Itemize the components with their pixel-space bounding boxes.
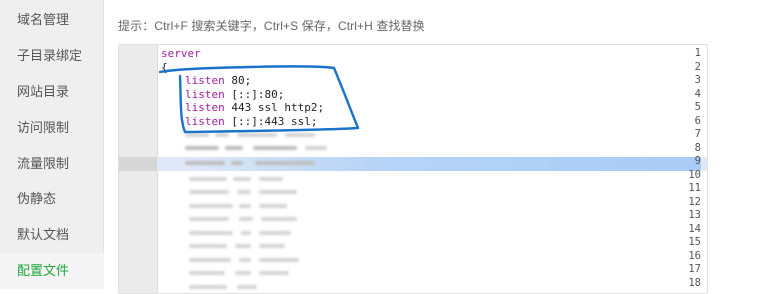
- line-number: 8: [694, 141, 701, 154]
- code-editor[interactable]: 1 2 3 4 5 6 7 8 9 10 11 12 13 14 15 16 1…: [118, 44, 708, 294]
- sidebar-item-access-limit[interactable]: 访问限制: [0, 110, 104, 146]
- line-number: 9: [694, 155, 701, 167]
- sidebar-item-traffic-limit[interactable]: 流量限制: [0, 146, 104, 182]
- active-line-gutter: [119, 157, 157, 171]
- code-line: server: [161, 47, 201, 61]
- sidebar-item-subdir[interactable]: 子目录绑定: [0, 38, 104, 74]
- sidebar-item-domain[interactable]: 域名管理: [0, 2, 104, 38]
- sidebar-item-site-dir[interactable]: 网站目录: [0, 74, 104, 110]
- line-number: 17: [688, 263, 701, 275]
- sidebar: 域名管理 子目录绑定 网站目录 访问限制 流量限制 伪静态 默认文档 配置文件: [0, 0, 104, 289]
- line-number: 11: [688, 182, 701, 194]
- code-line: listen [::]:80;: [185, 88, 284, 102]
- line-number: 3: [694, 74, 701, 86]
- line-number: 2: [694, 60, 701, 73]
- line-number: 12: [688, 195, 701, 208]
- line-number: 13: [688, 209, 701, 221]
- code-line: {: [161, 61, 168, 75]
- line-number: 16: [688, 249, 701, 262]
- shortcut-hint: 提示：Ctrl+F 搜索关键字，Ctrl+S 保存，Ctrl+H 查找替换: [118, 19, 425, 33]
- line-number: 14: [688, 222, 701, 235]
- code-keyword: listen: [185, 74, 225, 87]
- line-number: 6: [694, 114, 701, 127]
- line-number: 7: [694, 128, 701, 140]
- code-line: listen 443 ssl http2;: [185, 101, 324, 115]
- code-text: 80;: [224, 74, 252, 87]
- line-number: 15: [688, 236, 701, 248]
- code-keyword: listen: [185, 87, 225, 101]
- sidebar-item-rewrite[interactable]: 伪静态: [0, 181, 104, 217]
- code-keyword: listen: [185, 114, 225, 128]
- code-keyword: listen: [185, 101, 225, 114]
- code-text: {: [161, 60, 168, 74]
- line-number: 5: [694, 101, 701, 113]
- line-number: 10: [688, 168, 701, 181]
- line-number: 4: [694, 87, 701, 100]
- code-text: [::]:80;: [224, 87, 285, 101]
- sidebar-item-default-doc[interactable]: 默认文档: [0, 217, 104, 253]
- code-line: listen [::]:443 ssl;: [185, 115, 317, 129]
- code-line: listen 80;: [185, 74, 251, 88]
- sidebar-item-config-file[interactable]: 配置文件: [0, 253, 104, 289]
- code-keyword: server: [161, 47, 201, 60]
- line-number: 1: [694, 47, 701, 59]
- code-text: 443 ssl http2;: [224, 101, 325, 114]
- code-text: [::]:443 ssl;: [224, 114, 318, 128]
